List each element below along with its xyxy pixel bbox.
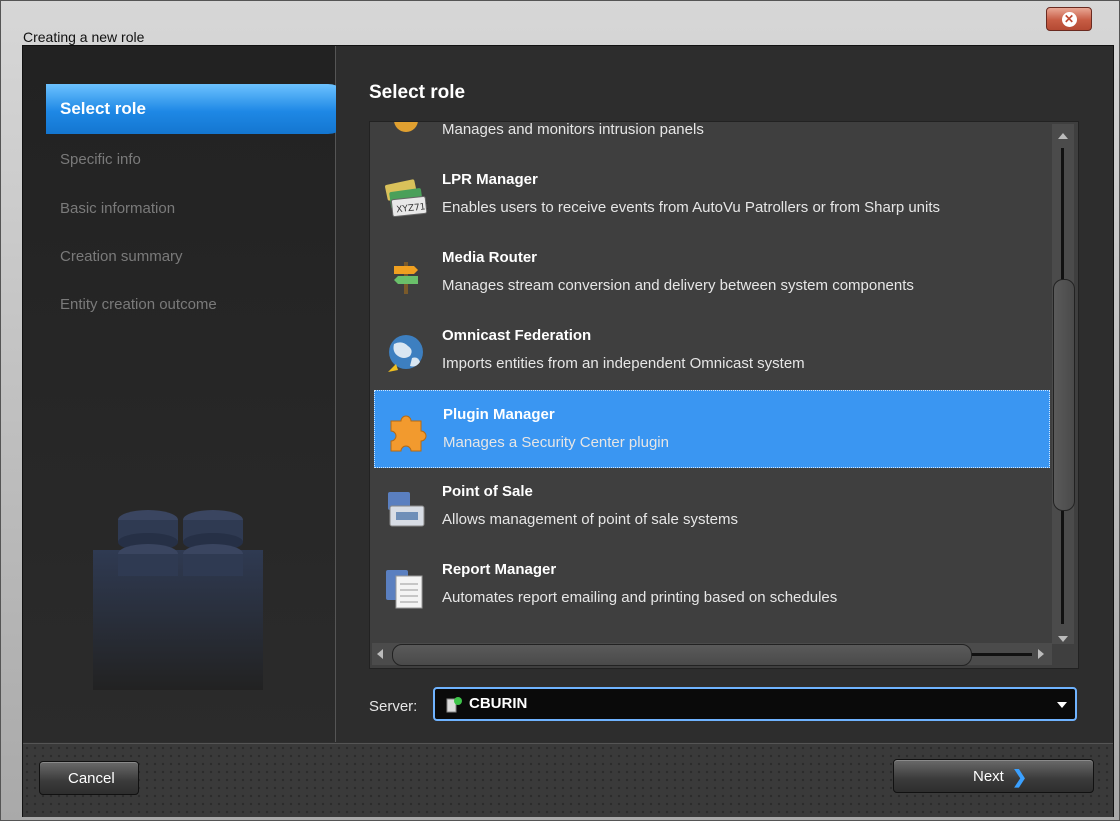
next-button-label: Next [973,768,1004,785]
scroll-thumb[interactable] [1053,279,1075,511]
list-item[interactable]: Manages and monitors intrusion panels [374,121,1050,156]
role-description: Manages and monitors intrusion panels [442,121,704,138]
close-button[interactable]: ✕ [1046,7,1092,31]
lego-block-icon [93,510,263,690]
role-name: Point of Sale [442,483,533,500]
role-selection-pane: Select role Manages and monitors intrusi… [336,46,1113,742]
scroll-down-icon[interactable] [1058,636,1068,642]
scroll-right-icon[interactable] [1038,649,1044,659]
role-list[interactable]: Manages and monitors intrusion panels XY… [369,121,1079,669]
step-creation-summary[interactable]: Creation summary [60,248,183,265]
role-description: Manages stream conversion and delivery b… [442,277,914,294]
step-select-role[interactable]: Select role [46,84,350,134]
role-description: Automates report emailing and printing b… [442,589,838,606]
horizontal-scrollbar[interactable] [372,643,1052,666]
role-name: Plugin Manager [443,406,555,423]
signpost-icon [394,262,418,294]
globe-icon [388,335,423,372]
server-label: Server: [369,698,418,715]
step-basic-information[interactable]: Basic information [60,200,175,217]
step-entity-creation-outcome[interactable]: Entity creation outcome [60,296,217,313]
window-title: Creating a new role [23,29,145,45]
dialog-footer: Cancel Next ❯ [23,743,1113,817]
role-name: Omnicast Federation [442,327,592,344]
list-item[interactable]: Media Router Manages stream conversion a… [374,234,1050,312]
role-name: LPR Manager [442,171,538,188]
list-item[interactable]: Point of Sale Allows management of point… [374,468,1050,546]
scroll-left-icon[interactable] [377,649,383,659]
dialog-window: Creating a new role ✕ Select role Specif… [0,0,1120,821]
page-title: Select role [369,82,466,103]
server-dropdown[interactable]: CBURIN [433,687,1077,721]
list-item[interactable]: Report Manager Automates report emailing… [374,546,1050,624]
cash-register-icon [388,492,425,527]
scroll-thumb[interactable] [392,644,972,666]
cancel-button[interactable]: Cancel [39,761,139,795]
dialog-frame: Select role Specific info Basic informat… [22,45,1114,817]
title-bar: Creating a new role ✕ [1,1,1119,45]
puzzle-piece-icon [390,415,427,452]
report-icon [386,570,423,609]
role-description: Manages a Security Center plugin [443,434,669,451]
role-description: Imports entities from an independent Omn… [442,355,805,372]
list-item[interactable]: Plugin Manager Manages a Security Center… [374,390,1050,468]
list-item[interactable]: XYZ711 LPR Manager Enables users to rece… [374,156,1050,234]
server-icon [446,697,462,713]
vertical-scrollbar[interactable] [1052,124,1075,644]
next-button[interactable]: Next ❯ [893,759,1094,793]
role-description: Enables users to receive events from Aut… [442,199,941,216]
chevron-down-icon[interactable] [1057,702,1067,708]
role-description: Allows management of point of sale syste… [442,511,738,528]
role-name: Media Router [442,249,538,266]
role-name: Report Manager [442,561,557,578]
server-value: CBURIN [469,695,528,712]
list-item[interactable]: Omnicast Federation Imports entities fro… [374,312,1050,390]
chevron-right-icon: ❯ [1012,767,1028,787]
step-specific-info[interactable]: Specific info [60,151,141,168]
license-plate-icon: XYZ711 [385,179,428,218]
close-icon: ✕ [1061,11,1077,27]
wizard-steps-pane: Select role Specific info Basic informat… [23,46,350,742]
intrusion-panel-icon [394,122,418,132]
scroll-up-icon[interactable] [1058,133,1068,139]
